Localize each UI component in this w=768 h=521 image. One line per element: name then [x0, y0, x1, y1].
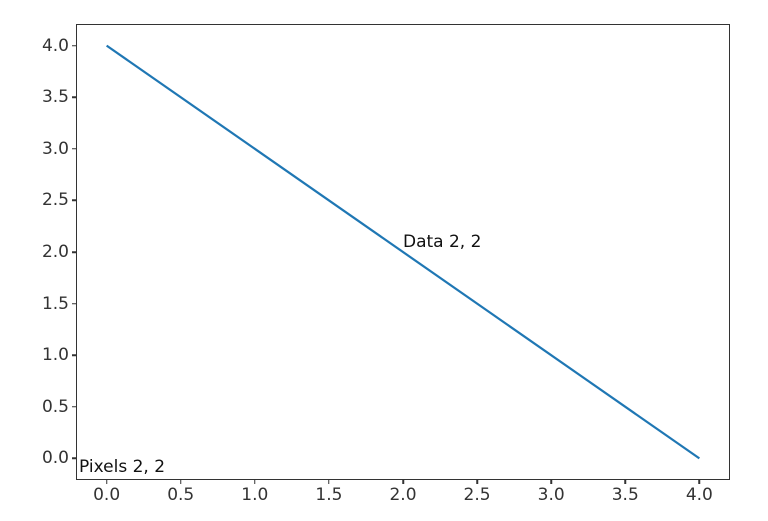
chart-axes: 0.00.51.01.52.02.53.03.54.00.00.51.01.52… — [76, 24, 730, 480]
ytick-mark — [72, 354, 77, 356]
xtick-mark — [254, 479, 256, 484]
ytick-mark — [72, 251, 77, 253]
xtick-mark — [328, 479, 330, 484]
xtick-mark — [476, 479, 478, 484]
annotation-data: Data 2, 2 — [403, 232, 481, 252]
ytick-mark — [72, 458, 77, 460]
xtick-mark — [625, 479, 627, 484]
ytick-mark — [72, 96, 77, 98]
ytick-mark — [72, 200, 77, 202]
xtick-mark — [550, 479, 552, 484]
xtick-mark — [180, 479, 182, 484]
ytick-mark — [72, 303, 77, 305]
xtick-mark — [402, 479, 404, 484]
chart-figure: 0.00.51.01.52.02.53.03.54.00.00.51.01.52… — [0, 0, 768, 521]
ytick-mark — [72, 406, 77, 408]
annotation-pixels: Pixels 2, 2 — [79, 457, 165, 477]
xtick-mark — [106, 479, 108, 484]
data-line — [107, 46, 700, 459]
xtick-mark — [699, 479, 701, 484]
ytick-mark — [72, 148, 77, 150]
ytick-mark — [72, 45, 77, 47]
chart-line — [77, 25, 729, 479]
